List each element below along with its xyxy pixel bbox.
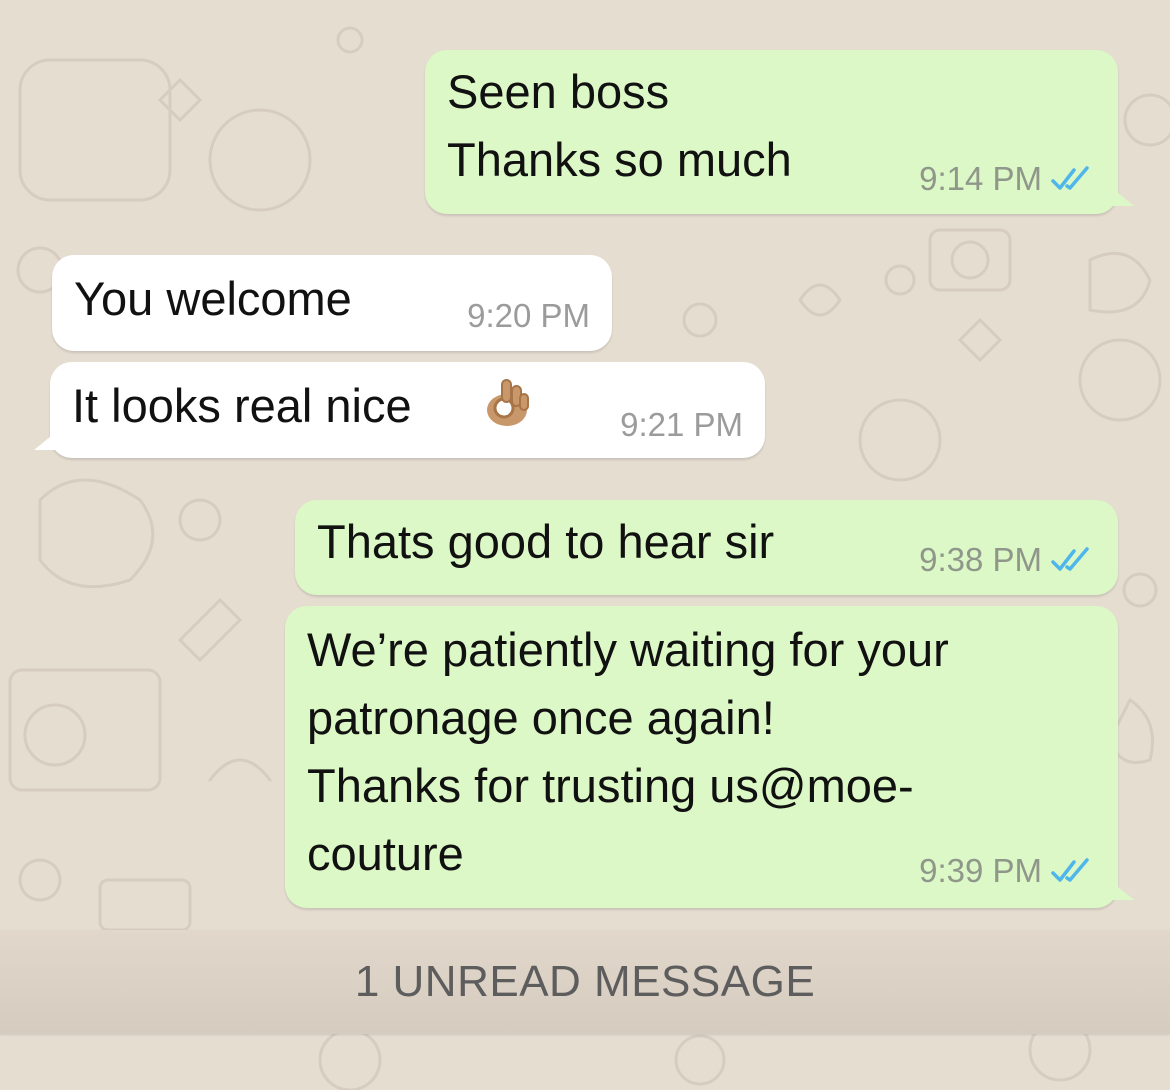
- message-time: 9:21 PM: [620, 406, 743, 443]
- ok-hand-emoji: [487, 379, 529, 426]
- message-meta: 9:20 PM: [467, 297, 590, 335]
- bubble-tail: [34, 432, 56, 450]
- message-text: It looks real nice: [72, 379, 412, 432]
- double-check-icon: [1051, 858, 1089, 882]
- message-bubble-incoming[interactable]: You welcome 9:20 PM: [52, 255, 612, 351]
- double-check-icon: [1051, 166, 1089, 190]
- message-bubble-outgoing[interactable]: We’re patiently waiting for your patrona…: [285, 606, 1134, 908]
- message-text: We’re patiently waiting for your patrona…: [307, 623, 949, 880]
- bubble-tail: [1112, 188, 1134, 206]
- message-time: 9:38 PM: [919, 541, 1042, 578]
- message-text: You welcome: [74, 272, 352, 325]
- double-check-icon: [1051, 547, 1089, 571]
- message-time: 9:39 PM: [919, 852, 1042, 889]
- unread-banner-label: 1 UNREAD MESSAGE: [354, 957, 816, 1006]
- unread-messages-banner: 1 UNREAD MESSAGE: [0, 930, 1170, 1034]
- message-text: Thats good to hear sir: [317, 515, 775, 568]
- message-meta: 9:14 PM: [919, 160, 1094, 198]
- message-bubble-outgoing[interactable]: Thats good to hear sir 9:38 PM: [295, 500, 1118, 595]
- bubble-tail: [1112, 882, 1134, 900]
- message-meta: 9:38 PM: [919, 541, 1094, 579]
- message-bubble-outgoing[interactable]: Seen boss Thanks so much 9:14 PM: [425, 50, 1134, 214]
- message-text: Seen boss Thanks so much: [447, 65, 792, 186]
- message-time: 9:20 PM: [467, 297, 590, 334]
- message-time: 9:14 PM: [919, 160, 1042, 197]
- message-meta: 9:21 PM: [620, 406, 743, 444]
- message-meta: 9:39 PM: [919, 852, 1094, 890]
- message-bubble-incoming[interactable]: It looks real nice 9:21 PM: [34, 362, 765, 458]
